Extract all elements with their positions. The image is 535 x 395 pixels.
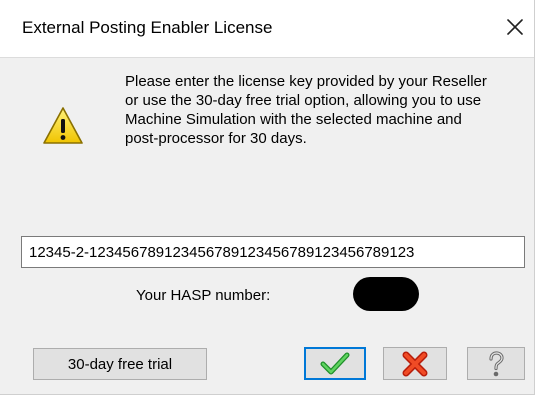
title-bar: External Posting Enabler License [0, 0, 534, 57]
ok-button[interactable] [304, 347, 366, 380]
red-x-icon [402, 351, 428, 376]
free-trial-button[interactable]: 30-day free trial [33, 348, 207, 380]
hasp-number-redacted [353, 277, 419, 311]
license-message: Please enter the license key provided by… [125, 73, 487, 147]
license-dialog: External Posting Enabler License Please … [0, 0, 535, 395]
checkmark-icon [320, 352, 350, 374]
help-button[interactable] [467, 347, 525, 380]
warning-icon [43, 107, 83, 144]
cancel-button[interactable] [383, 347, 447, 380]
hasp-number-label: Your HASP number: [136, 287, 271, 304]
dialog-title: External Posting Enabler License [22, 18, 273, 37]
question-mark-icon [489, 350, 504, 376]
license-key-input[interactable] [21, 236, 525, 268]
close-button[interactable] [500, 14, 530, 42]
title-divider [0, 57, 534, 58]
close-icon [507, 19, 523, 35]
